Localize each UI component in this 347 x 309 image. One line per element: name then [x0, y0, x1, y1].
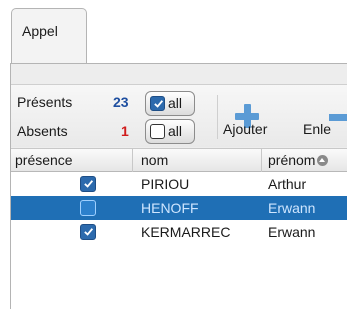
- present-count: 23: [113, 94, 129, 110]
- remove-button-label[interactable]: Enle: [303, 121, 331, 137]
- column-header-prenom[interactable]: prénom: [262, 149, 347, 172]
- presence-checkbox[interactable]: [80, 224, 96, 240]
- cell-nom: PIRIOU: [141, 176, 190, 192]
- tab-appel[interactable]: Appel: [11, 8, 87, 64]
- presence-checkbox[interactable]: [80, 176, 96, 192]
- table-row-selected[interactable]: HENOFF Erwann: [11, 196, 347, 220]
- column-header-nom[interactable]: nom: [133, 149, 262, 172]
- minus-icon[interactable]: [329, 114, 347, 121]
- tab-appel-label: Appel: [22, 23, 58, 39]
- mark-all-absent-button[interactable]: all: [145, 119, 195, 144]
- tab-bar: Appel: [0, 0, 347, 64]
- absent-label: Absents: [17, 123, 68, 139]
- column-header-presence-label: présence: [15, 152, 73, 168]
- absent-count: 1: [121, 123, 129, 139]
- column-header-prenom-label: prénom: [268, 152, 316, 168]
- present-label: Présents: [17, 94, 73, 110]
- cell-prenom: Erwann: [268, 224, 316, 240]
- mark-all-present-button[interactable]: all: [145, 91, 195, 116]
- checkbox-checked-icon: [150, 96, 165, 111]
- column-header-presence[interactable]: présence: [11, 149, 133, 172]
- mark-all-absent-label: all: [168, 123, 183, 139]
- cell-nom: KERMARREC: [141, 224, 231, 240]
- cell-prenom: Arthur: [268, 176, 307, 192]
- presence-checkbox[interactable]: [80, 200, 96, 216]
- sort-ascending-icon: [317, 155, 329, 166]
- table-row[interactable]: PIRIOU Arthur: [11, 172, 347, 196]
- cell-prenom: Erwann: [268, 200, 316, 216]
- table-header: présence nom prénom: [11, 148, 347, 172]
- attendance-table: présence nom prénom PIRIOU Arthur HENOFF…: [11, 148, 347, 309]
- appel-panel: Présents 23 all Absents 1 all Ajouter En…: [10, 63, 347, 309]
- toolbar: Présents 23 all Absents 1 all Ajouter En…: [11, 84, 347, 147]
- column-header-nom-label: nom: [141, 152, 169, 168]
- toolbar-separator: [217, 95, 218, 139]
- table-row[interactable]: KERMARREC Erwann: [11, 220, 347, 244]
- mark-all-present-label: all: [168, 95, 183, 111]
- checkbox-unchecked-icon: [150, 124, 165, 139]
- add-button-label[interactable]: Ajouter: [223, 121, 267, 137]
- cell-nom: HENOFF: [141, 200, 199, 216]
